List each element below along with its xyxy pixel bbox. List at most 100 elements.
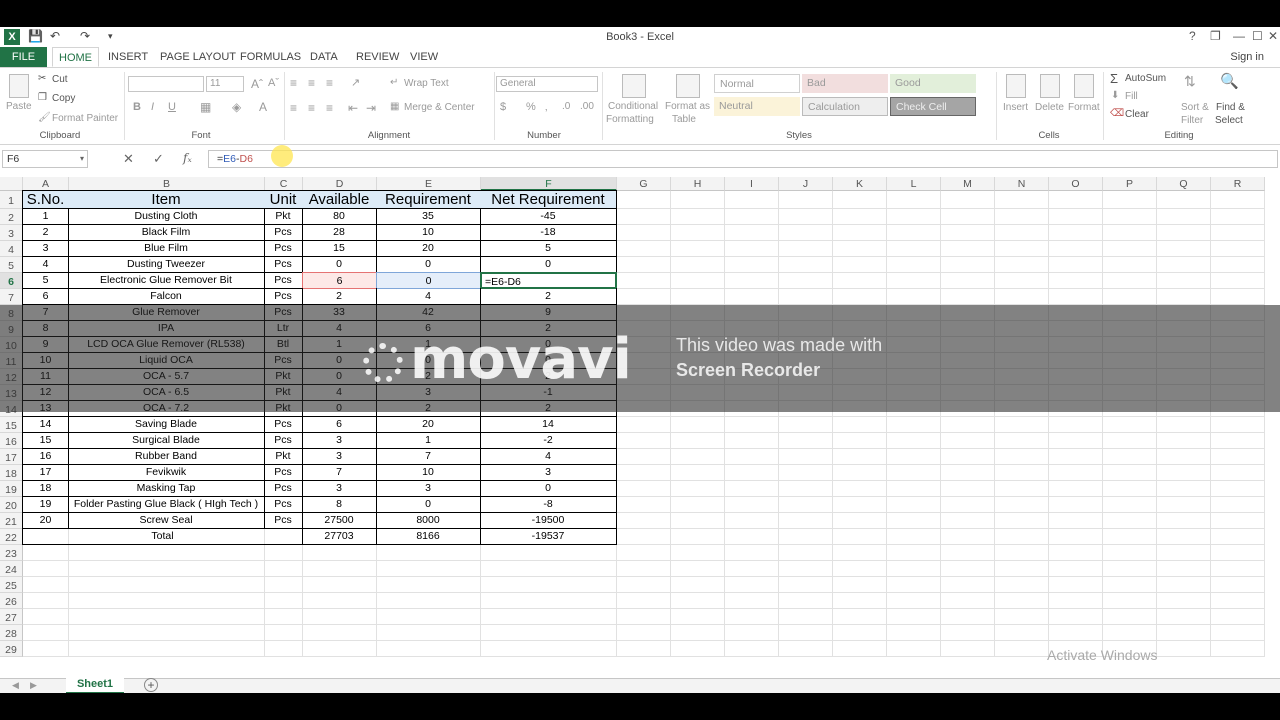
column-header-d[interactable]: D [303, 177, 377, 191]
cell-requirement[interactable]: 8000 [376, 512, 481, 529]
percent-icon[interactable]: % [526, 101, 536, 113]
row-header-25[interactable]: 25 [0, 577, 23, 593]
shrink-font-icon[interactable]: Aˇ [268, 77, 279, 89]
format-cells-button[interactable]: Format [1068, 102, 1100, 113]
cell-item[interactable]: Black Film [68, 224, 265, 241]
cell-net-requirement[interactable]: -18 [480, 224, 617, 241]
column-header-h[interactable]: H [671, 177, 725, 191]
column-header-e[interactable]: E [377, 177, 481, 191]
tab-insert[interactable]: INSERT [102, 47, 154, 67]
tab-formulas[interactable]: FORMULAS [234, 47, 307, 67]
row-header-19[interactable]: 19 [0, 481, 23, 497]
align-right-icon[interactable]: ≡ [326, 101, 333, 115]
tab-home[interactable]: HOME [52, 47, 99, 67]
row-header-16[interactable]: 16 [0, 433, 23, 449]
italic-icon[interactable]: I [151, 101, 154, 113]
cell-net-requirement[interactable]: -19500 [480, 512, 617, 529]
grow-font-icon[interactable]: Aˆ [251, 77, 263, 91]
prev-sheet-icon[interactable]: ◀ [12, 680, 19, 691]
format-cells-icon[interactable] [1074, 74, 1094, 98]
cell-requirement[interactable]: 20 [376, 416, 481, 433]
cell-item[interactable]: Blue Film [68, 240, 265, 257]
format-as-table-icon[interactable] [676, 74, 700, 98]
cell-unit[interactable]: Pcs [264, 288, 303, 305]
row-header-29[interactable]: 29 [0, 641, 23, 657]
insert-cells-button[interactable]: Insert [1003, 102, 1028, 113]
style-normal[interactable]: Normal [714, 74, 800, 93]
column-header-m[interactable]: M [941, 177, 995, 191]
increase-indent-icon[interactable]: ⇥ [366, 101, 376, 115]
paste-button[interactable]: Paste [6, 101, 32, 112]
wrap-text-icon[interactable]: ↵ [390, 77, 398, 88]
select-all-corner[interactable] [0, 177, 23, 191]
row-header-18[interactable]: 18 [0, 465, 23, 481]
row-header-15[interactable]: 15 [0, 417, 23, 433]
cell-requirement[interactable]: 35 [376, 208, 481, 225]
row-header-21[interactable]: 21 [0, 513, 23, 529]
active-cell-f6[interactable]: =E6-D6 [480, 272, 617, 289]
conditional-formatting-button-line2[interactable]: Formatting [606, 114, 654, 125]
merge-center-button[interactable]: Merge & Center [404, 102, 475, 113]
cell-item[interactable]: Masking Tap [68, 480, 265, 497]
fill-color-icon[interactable]: ◈ [232, 100, 241, 114]
style-bad[interactable]: Bad [802, 74, 888, 93]
cell-sno[interactable]: 16 [22, 448, 69, 465]
total-available[interactable]: 27703 [302, 528, 377, 545]
cell-sno[interactable]: 2 [22, 224, 69, 241]
cell-net-requirement[interactable]: 0 [480, 480, 617, 497]
align-middle-icon[interactable]: ≡ [308, 76, 315, 90]
decrease-indent-icon[interactable]: ⇤ [348, 101, 358, 115]
cell-unit[interactable]: Pkt [264, 448, 303, 465]
cell-available[interactable]: 3 [302, 432, 377, 449]
header-item[interactable]: Item [68, 190, 265, 209]
cell-available[interactable]: 28 [302, 224, 377, 241]
font-color-icon[interactable]: A [259, 100, 267, 114]
cut-icon[interactable]: ✂ [38, 73, 46, 84]
cell-net-requirement[interactable]: 0 [480, 256, 617, 273]
cell-unit[interactable]: Pcs [264, 496, 303, 513]
cell-requirement[interactable]: 10 [376, 464, 481, 481]
header-sno[interactable]: S.No. [22, 190, 69, 209]
increase-decimal-icon[interactable]: .0 [562, 101, 570, 112]
row-header-2[interactable]: 2 [0, 209, 23, 225]
cell-item[interactable]: Falcon [68, 288, 265, 305]
format-as-table-button-line2[interactable]: Table [672, 114, 696, 125]
cut-button[interactable]: Cut [52, 74, 68, 85]
cell-item[interactable]: Dusting Cloth [68, 208, 265, 225]
header-requirement[interactable]: Requirement [376, 190, 481, 209]
find-select-button[interactable]: Find & [1216, 102, 1245, 113]
wrap-text-button[interactable]: Wrap Text [404, 78, 449, 89]
clear-button[interactable]: Clear [1125, 109, 1149, 120]
autosum-icon[interactable]: Σ [1110, 71, 1118, 86]
cell-requirement[interactable]: 0 [376, 272, 481, 289]
cell-available[interactable]: 15 [302, 240, 377, 257]
copy-button[interactable]: Copy [52, 93, 75, 104]
maximize-button[interactable]: ☐ [1252, 29, 1263, 43]
close-button[interactable]: ✕ [1268, 29, 1278, 43]
cell-requirement[interactable]: 0 [376, 256, 481, 273]
cell-net-requirement[interactable]: 4 [480, 448, 617, 465]
cell-available[interactable]: 6 [302, 272, 377, 289]
cell-available[interactable]: 6 [302, 416, 377, 433]
column-header-c[interactable]: C [265, 177, 303, 191]
cell-item[interactable]: Electronic Glue Remover Bit [68, 272, 265, 289]
row-header-6[interactable]: 6 [0, 273, 23, 289]
column-header-l[interactable]: L [887, 177, 941, 191]
column-header-r[interactable]: R [1211, 177, 1265, 191]
borders-icon[interactable]: ▦ [200, 100, 211, 114]
cell-item[interactable]: Rubber Band [68, 448, 265, 465]
cell-sno[interactable]: 20 [22, 512, 69, 529]
row-header-28[interactable]: 28 [0, 625, 23, 641]
cell-net-requirement[interactable]: 3 [480, 464, 617, 481]
cell-unit[interactable]: Pcs [264, 480, 303, 497]
cell-sno[interactable]: 6 [22, 288, 69, 305]
cell-net-requirement[interactable]: -45 [480, 208, 617, 225]
cell-available[interactable]: 3 [302, 480, 377, 497]
cell-available[interactable]: 27500 [302, 512, 377, 529]
help-button[interactable]: ? [1189, 29, 1196, 43]
cell-requirement[interactable]: 7 [376, 448, 481, 465]
add-sheet-button[interactable]: + [144, 678, 158, 692]
cell-sno[interactable]: 18 [22, 480, 69, 497]
cell-requirement[interactable]: 1 [376, 432, 481, 449]
insert-function-icon[interactable]: fₓ [183, 151, 192, 165]
